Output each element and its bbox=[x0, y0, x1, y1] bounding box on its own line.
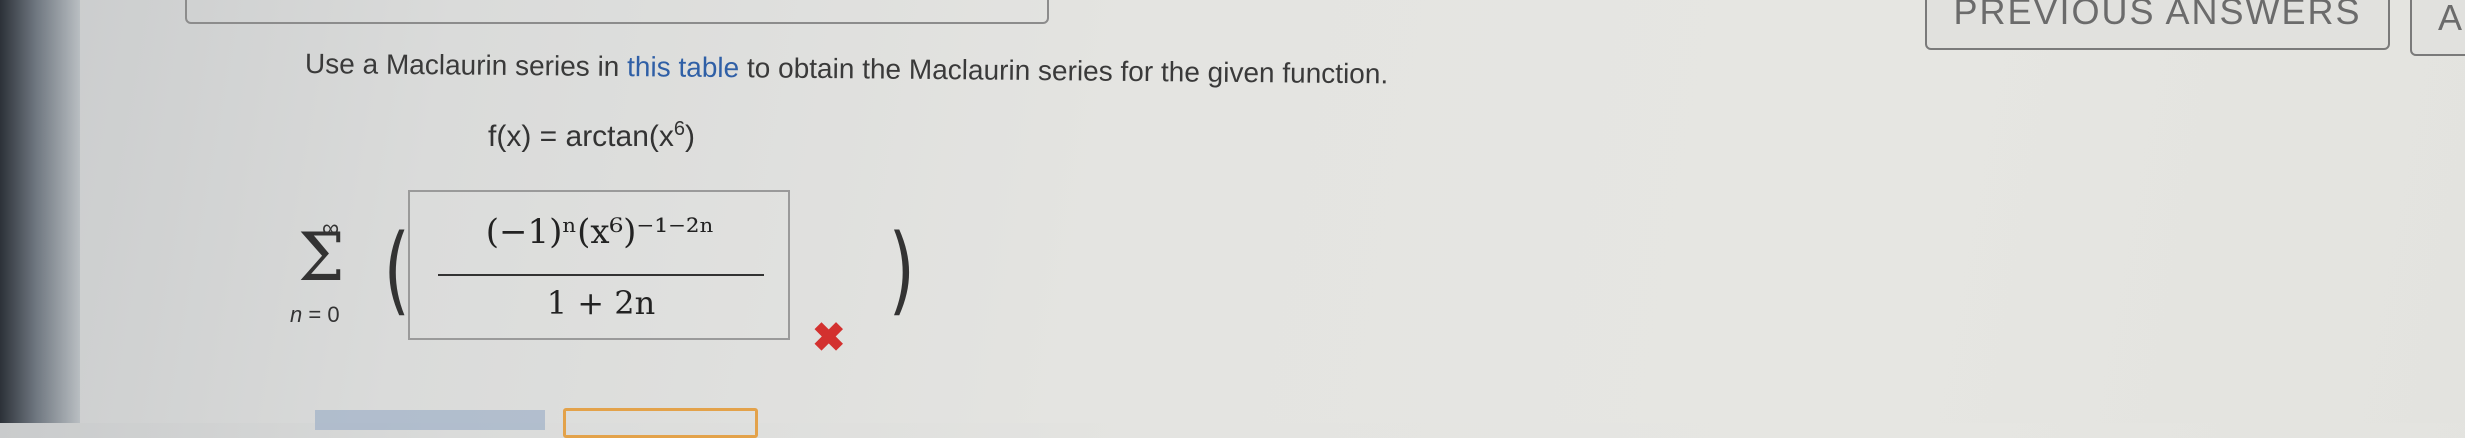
right-edge-button[interactable]: A bbox=[2410, 0, 2465, 56]
this-table-link[interactable]: this table bbox=[627, 51, 739, 83]
sum-lower-eq: = 0 bbox=[302, 302, 340, 327]
given-function: f(x) = arctan(x6) bbox=[488, 118, 695, 154]
summation-symbol: ∞ Σ n = 0 bbox=[290, 215, 380, 328]
instruction-post: to obtain the Maclaurin series for the g… bbox=[739, 52, 1389, 90]
sum-lower-var: n bbox=[290, 302, 303, 327]
need-help-label bbox=[315, 410, 545, 430]
function-rhs: ) bbox=[685, 120, 695, 153]
function-lhs: f(x) = arctan(x bbox=[488, 120, 674, 153]
function-exponent: 6 bbox=[673, 118, 685, 140]
fraction-bar bbox=[438, 274, 764, 276]
right-paren: ) bbox=[888, 214, 915, 326]
sum-lower-limit: n = 0 bbox=[290, 302, 340, 328]
left-paren: ( bbox=[383, 214, 410, 326]
sigma-icon: Σ bbox=[298, 219, 345, 296]
instruction-pre: Use a Maclaurin series in bbox=[304, 48, 628, 83]
read-it-button[interactable] bbox=[563, 408, 758, 438]
question-instruction: Use a Maclaurin series in this table to … bbox=[305, 48, 1388, 90]
answer-numerator: (−1)ⁿ(x⁶)⁻¹⁻²ⁿ bbox=[485, 212, 715, 252]
left-window-edge bbox=[0, 0, 80, 423]
right-edge-button-label: A bbox=[2438, 0, 2463, 38]
answer-denominator: 1 + 2n bbox=[546, 284, 656, 322]
incorrect-x-icon: ✖ bbox=[812, 316, 846, 360]
answer-input[interactable]: (−1)ⁿ(x⁶)⁻¹⁻²ⁿ 1 + 2n bbox=[408, 190, 790, 340]
previous-answers-button[interactable]: PREVIOUS ANSWERS bbox=[1925, 0, 2390, 50]
previous-input-box[interactable] bbox=[185, 0, 1049, 24]
previous-answers-label: PREVIOUS ANSWERS bbox=[1953, 0, 2362, 32]
